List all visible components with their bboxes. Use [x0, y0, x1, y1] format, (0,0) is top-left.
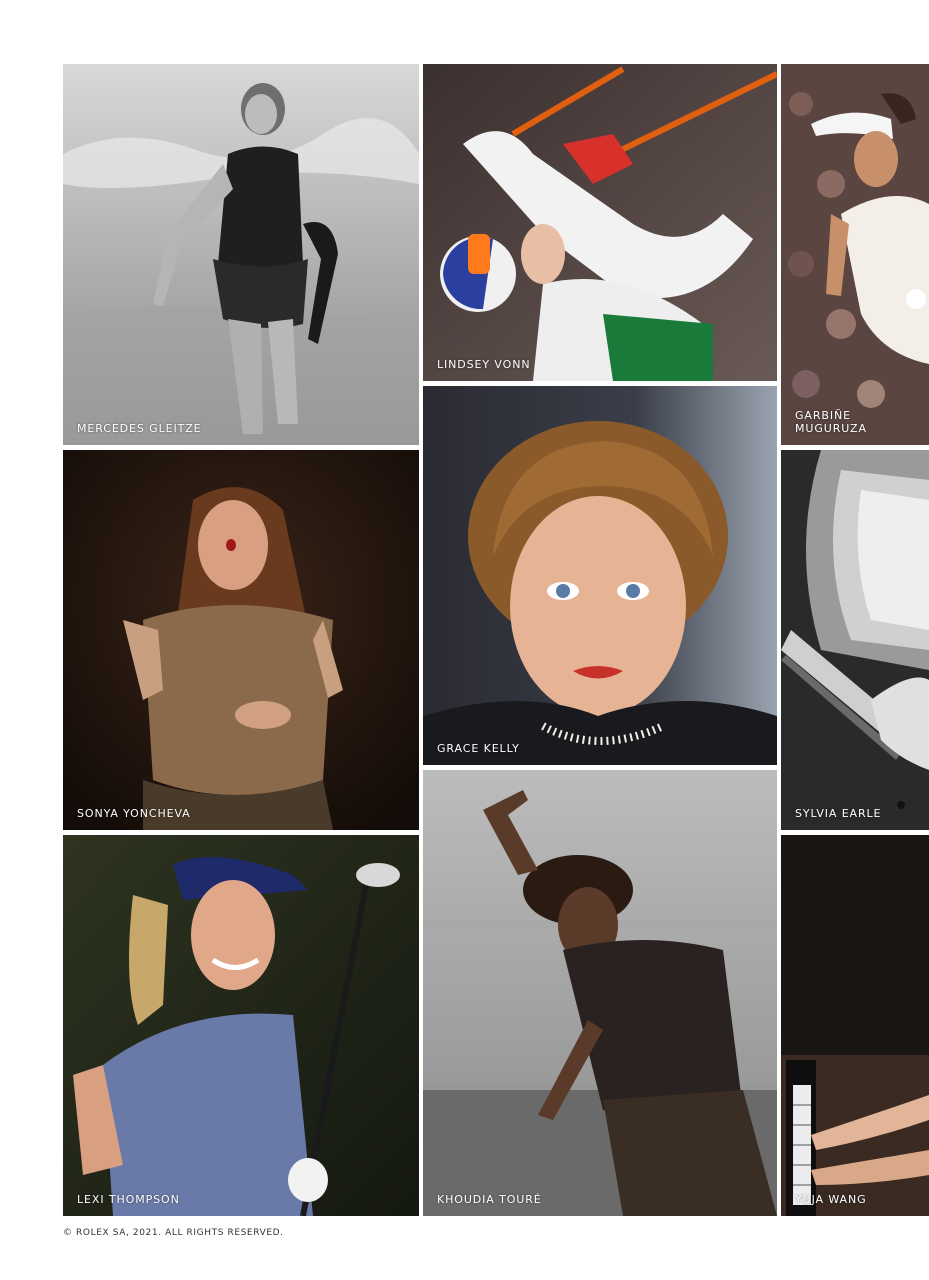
photo-tile-lindsey-vonn: LINDSEY VONN	[423, 64, 777, 381]
swimmer-on-beach-photo	[63, 64, 419, 445]
photo-tile-mercedes-gleitze: MERCEDES GLEITZE	[63, 64, 419, 445]
pianist-photo	[781, 835, 929, 1216]
copyright-notice: © ROLEX SA, 2021. ALL RIGHTS RESERVED.	[63, 1228, 284, 1238]
photo-caption: GARBIÑE MUGURUZA	[795, 409, 867, 435]
dancer-photo	[423, 770, 777, 1216]
photo-caption: KHOUDIA TOURÉ	[437, 1193, 542, 1206]
opera-singer-photo	[63, 450, 419, 830]
photo-tile-grace-kelly: GRACE KELLY	[423, 386, 777, 765]
photo-caption: GRACE KELLY	[437, 742, 520, 755]
photo-tile-garbine-muguruza: GARBIÑE MUGURUZA	[781, 64, 929, 445]
photo-tile-khoudia-toure: KHOUDIA TOURÉ	[423, 770, 777, 1216]
photo-caption: SONYA YONCHEVA	[77, 807, 191, 820]
tennis-player-photo	[781, 64, 929, 445]
photo-caption: LINDSEY VONN	[437, 358, 531, 371]
diving-equipment-photo	[781, 450, 929, 830]
photo-tile-yuja-wang: YUJA WANG	[781, 835, 929, 1216]
photo-caption: MERCEDES GLEITZE	[77, 422, 202, 435]
photo-tile-sonya-yoncheva: SONYA YONCHEVA	[63, 450, 419, 830]
golfer-photo	[63, 835, 419, 1216]
actress-portrait-photo	[423, 386, 777, 765]
skier-photo	[423, 64, 777, 381]
photo-tile-sylvia-earle: SYLVIA EARLE	[781, 450, 929, 830]
photo-caption: SYLVIA EARLE	[795, 807, 882, 820]
photo-tile-lexi-thompson: LEXI THOMPSON	[63, 835, 419, 1216]
photo-caption: YUJA WANG	[795, 1193, 867, 1206]
photo-caption: LEXI THOMPSON	[77, 1193, 180, 1206]
